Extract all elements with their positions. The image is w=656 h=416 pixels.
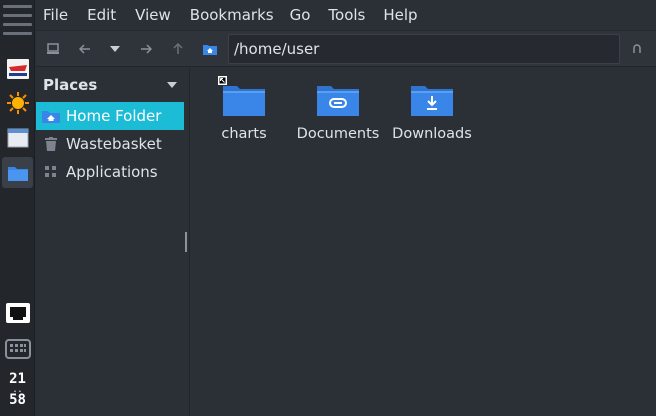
clock-minutes: 58 bbox=[9, 392, 26, 408]
window-app-icon[interactable] bbox=[2, 122, 33, 153]
keyboard-icon[interactable] bbox=[2, 333, 33, 364]
back-arrow-icon[interactable] bbox=[76, 40, 94, 58]
file-item-downloads[interactable]: Downloads bbox=[384, 80, 480, 142]
menu-help[interactable]: Help bbox=[378, 6, 422, 24]
network-wired-icon[interactable] bbox=[2, 297, 33, 328]
menu-view[interactable]: View bbox=[130, 6, 176, 24]
file-view[interactable]: charts Documents Downloads bbox=[191, 68, 656, 416]
forward-arrow-icon[interactable] bbox=[137, 40, 155, 58]
sidebar-item-wastebasket[interactable]: Wastebasket bbox=[36, 130, 189, 158]
file-manager-taskbar-icon[interactable] bbox=[2, 157, 33, 188]
folder-icon bbox=[221, 80, 267, 120]
computer-icon[interactable] bbox=[44, 40, 62, 58]
toolbar: /home/user bbox=[36, 30, 656, 67]
weather-sun-icon[interactable] bbox=[2, 87, 33, 118]
home-location-icon[interactable] bbox=[201, 40, 219, 58]
location-bar[interactable]: /home/user bbox=[228, 34, 620, 64]
sidebar-item-label: Applications bbox=[66, 163, 158, 181]
menu-edit[interactable]: Edit bbox=[82, 6, 121, 24]
documents-folder-icon bbox=[315, 80, 361, 120]
trash-icon bbox=[40, 135, 62, 153]
places-title: Places bbox=[43, 76, 98, 94]
menu-bookmarks[interactable]: Bookmarks bbox=[185, 6, 279, 24]
home-folder-icon bbox=[40, 107, 62, 125]
menu-bar: File Edit View Bookmarks Go Tools Help bbox=[36, 0, 656, 30]
clock[interactable]: 21 .. 58 bbox=[0, 372, 35, 408]
sidebar-item-label: Home Folder bbox=[66, 107, 162, 125]
downloads-folder-icon bbox=[409, 80, 455, 120]
pane-splitter-handle[interactable] bbox=[185, 232, 187, 252]
taskbar-dock: 21 .. 58 bbox=[0, 0, 35, 416]
history-dropdown-icon[interactable] bbox=[106, 40, 124, 58]
menu-file[interactable]: File bbox=[38, 6, 73, 24]
dock-menu-button[interactable] bbox=[3, 5, 32, 35]
sidebar-item-home-folder[interactable]: Home Folder bbox=[36, 102, 184, 130]
file-name: charts bbox=[221, 126, 267, 142]
menu-tools[interactable]: Tools bbox=[323, 6, 370, 24]
file-item-documents[interactable]: Documents bbox=[290, 80, 386, 142]
apps-grid-icon bbox=[40, 163, 62, 181]
file-item-charts[interactable]: charts bbox=[196, 80, 292, 142]
chevron-down-icon[interactable] bbox=[167, 82, 177, 88]
places-header[interactable]: Places bbox=[36, 68, 189, 102]
places-sidebar: Places Home Folder Wastebasket Applicati… bbox=[36, 68, 190, 416]
sidebar-item-applications[interactable]: Applications bbox=[36, 158, 189, 186]
go-reload-icon[interactable] bbox=[628, 40, 646, 58]
app-launcher-ship-icon[interactable] bbox=[2, 53, 33, 84]
sidebar-item-label: Wastebasket bbox=[66, 135, 162, 153]
file-name: Documents bbox=[296, 126, 380, 142]
up-arrow-icon[interactable] bbox=[169, 40, 187, 58]
menu-go[interactable]: Go bbox=[285, 6, 316, 24]
file-name: Downloads bbox=[392, 126, 472, 142]
